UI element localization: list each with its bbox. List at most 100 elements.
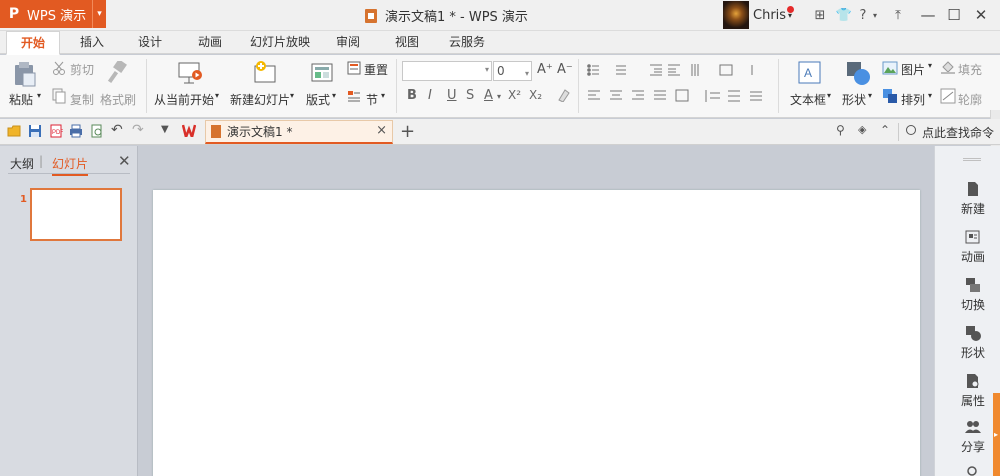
- section-icon[interactable]: [347, 89, 361, 103]
- arrange-button[interactable]: 排列: [901, 91, 925, 108]
- new-slide-button[interactable]: 新建幻灯片: [230, 91, 290, 108]
- grip-handle[interactable]: [963, 158, 981, 161]
- tab-cloud-service[interactable]: 云服务: [443, 31, 491, 54]
- font-name-field[interactable]: ▾: [402, 61, 492, 81]
- help-caret-icon[interactable]: ▾: [870, 11, 880, 20]
- shrink-font-icon[interactable]: A⁻: [557, 62, 573, 77]
- tab-slideshow[interactable]: 幻灯片放映: [248, 31, 312, 54]
- reset-icon[interactable]: [347, 61, 361, 75]
- layout-caret-icon[interactable]: ▾: [332, 91, 336, 100]
- avatar[interactable]: [723, 1, 749, 29]
- new-slide-icon[interactable]: [252, 59, 278, 85]
- section-button[interactable]: 节: [366, 91, 378, 108]
- print-icon[interactable]: [69, 124, 83, 138]
- sidebar-item-animation[interactable]: 动画: [951, 229, 995, 265]
- strikethrough-icon[interactable]: S: [466, 88, 474, 103]
- new-tab-button[interactable]: +: [400, 121, 415, 142]
- underline-icon[interactable]: U: [447, 88, 457, 103]
- help-icon[interactable]: ?: [856, 8, 870, 23]
- tab-animation[interactable]: 动画: [188, 31, 232, 54]
- sidebar-item-shape[interactable]: 形状: [951, 325, 995, 361]
- sidebar-item-new[interactable]: 新建: [951, 181, 995, 217]
- reset-button[interactable]: 重置: [364, 61, 388, 78]
- app-menu-button[interactable]: P WPS 演示 ▾: [0, 0, 106, 28]
- picture-icon[interactable]: [882, 61, 898, 75]
- wps-home-icon[interactable]: [182, 123, 196, 137]
- more-icon[interactable]: [965, 464, 979, 476]
- slide-thumbnail[interactable]: [30, 188, 122, 241]
- layout-button[interactable]: 版式: [306, 91, 330, 108]
- cut-icon[interactable]: [52, 61, 66, 75]
- format-painter-button[interactable]: 格式刷: [100, 91, 136, 108]
- format-painter-icon[interactable]: [106, 61, 128, 85]
- tab-home[interactable]: 开始: [6, 31, 60, 55]
- cut-button[interactable]: 剪切: [70, 61, 94, 78]
- restore-icon[interactable]: ⤒: [886, 8, 910, 23]
- from-current-caret-icon[interactable]: ▾: [215, 91, 219, 100]
- paste-button[interactable]: 粘贴: [9, 91, 33, 108]
- shape-icon[interactable]: [846, 61, 872, 87]
- print-preview-icon[interactable]: [90, 124, 104, 138]
- search-command-input[interactable]: 点此查找命令: [922, 124, 994, 141]
- grow-font-icon[interactable]: A⁺: [537, 62, 553, 77]
- paste-caret-icon[interactable]: ▾: [37, 91, 41, 100]
- pin-icon[interactable]: ⚲: [836, 123, 850, 137]
- collapse-ribbon-icon[interactable]: ⌃: [880, 123, 894, 137]
- tab-design[interactable]: 设计: [128, 31, 172, 54]
- arrange-icon[interactable]: [882, 88, 898, 104]
- play-from-current-icon[interactable]: [178, 61, 204, 85]
- close-panel-icon[interactable]: ✕: [118, 152, 131, 170]
- tab-outline[interactable]: 大纲: [10, 155, 34, 172]
- outline-icon[interactable]: [940, 88, 956, 104]
- sidebar-item-property[interactable]: 属性: [951, 373, 995, 409]
- save-icon[interactable]: [28, 124, 42, 138]
- text-box-button[interactable]: 文本框: [790, 91, 826, 108]
- picture-caret-icon[interactable]: ▾: [928, 61, 932, 70]
- italic-icon[interactable]: I: [428, 88, 432, 103]
- sidebar-item-share[interactable]: 分享: [951, 419, 995, 455]
- section-caret-icon[interactable]: ▾: [381, 91, 385, 100]
- tab-insert[interactable]: 插入: [70, 31, 114, 54]
- shape-button[interactable]: 形状: [842, 91, 866, 108]
- text-box-icon[interactable]: A: [798, 61, 822, 85]
- export-pdf-icon[interactable]: PDF: [49, 124, 63, 138]
- customize-dropdown-icon[interactable]: ▼: [161, 124, 175, 138]
- slide-canvas[interactable]: [153, 190, 920, 476]
- tab-view[interactable]: 视图: [385, 31, 429, 54]
- superscript-icon[interactable]: X²: [508, 88, 521, 102]
- open-folder-icon[interactable]: [7, 124, 21, 138]
- copy-button[interactable]: 复制: [70, 91, 94, 108]
- tag-icon[interactable]: ◈: [858, 123, 872, 137]
- font-size-dropdown-icon[interactable]: ▾: [525, 65, 529, 83]
- maximize-button[interactable]: ☐: [941, 0, 967, 30]
- outline-button[interactable]: 轮廓: [958, 91, 982, 108]
- font-name-dropdown-icon[interactable]: ▾: [485, 65, 489, 74]
- undo-icon[interactable]: ↶: [111, 122, 125, 138]
- picture-button[interactable]: 图片: [901, 61, 925, 78]
- shape-caret-icon[interactable]: ▾: [868, 91, 872, 100]
- copy-icon[interactable]: [52, 88, 66, 104]
- redo-icon[interactable]: ↷: [132, 122, 146, 138]
- minimize-button[interactable]: —: [915, 0, 941, 30]
- sidebar-item-switch[interactable]: 切换: [951, 277, 995, 313]
- skin-icon[interactable]: ⊞: [808, 8, 832, 23]
- clear-format-icon[interactable]: [556, 88, 570, 102]
- document-tab[interactable]: 演示文稿1 * ×: [205, 120, 393, 144]
- subscript-icon[interactable]: X₂: [529, 88, 542, 102]
- app-menu-dropdown-icon[interactable]: ▾: [92, 0, 106, 28]
- user-account[interactable]: Chris ▾: [723, 0, 807, 30]
- user-name[interactable]: Chris: [753, 8, 786, 23]
- new-slide-caret-icon[interactable]: ▾: [290, 91, 294, 100]
- paste-icon[interactable]: [13, 61, 37, 87]
- bold-icon[interactable]: B: [407, 88, 417, 103]
- text-box-caret-icon[interactable]: ▾: [827, 91, 831, 100]
- shirt-icon[interactable]: 👕: [832, 8, 856, 23]
- arrange-caret-icon[interactable]: ▾: [928, 91, 932, 100]
- from-current-button[interactable]: 从当前开始: [154, 91, 214, 108]
- close-tab-icon[interactable]: ×: [376, 123, 387, 138]
- tab-review[interactable]: 审阅: [326, 31, 370, 54]
- layout-icon[interactable]: [311, 63, 333, 83]
- fill-button[interactable]: 填充: [958, 61, 982, 78]
- font-color-icon[interactable]: A: [484, 88, 493, 103]
- close-button[interactable]: ✕: [968, 0, 994, 30]
